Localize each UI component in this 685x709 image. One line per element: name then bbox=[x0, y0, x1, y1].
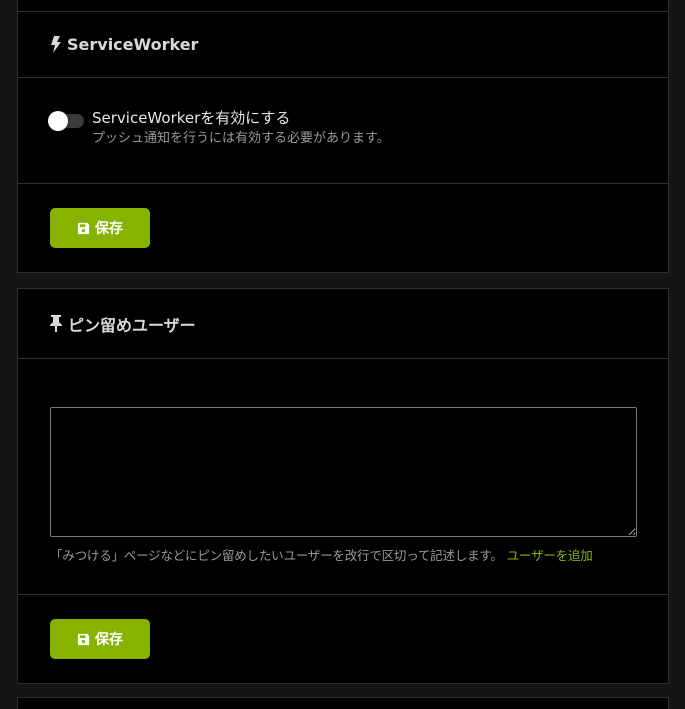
service-worker-card: ServiceWorker ServiceWorkerを有効にする プッシュ通知… bbox=[17, 0, 669, 273]
toggle-section: ServiceWorkerを有効にする プッシュ通知を行うには有効する必要があり… bbox=[18, 78, 668, 184]
settings-page: ServiceWorker ServiceWorkerを有効にする プッシュ通知… bbox=[0, 0, 685, 709]
save-button-label: 保存 bbox=[95, 221, 123, 237]
pinned-users-textarea[interactable] bbox=[50, 407, 637, 537]
save-button[interactable]: 保存 bbox=[50, 208, 150, 248]
pinned-users-card: ピン留めユーザー 「みつける」ページなどにピン留めしたいユーザーを改行で区切って… bbox=[17, 288, 669, 684]
pinned-users-title: ピン留めユーザー bbox=[68, 315, 196, 335]
card-header: ServiceWorker bbox=[18, 12, 668, 78]
save-button[interactable]: 保存 bbox=[50, 619, 150, 659]
toggle-knob[interactable] bbox=[48, 111, 68, 131]
card-header: ピン留めユーザー bbox=[18, 289, 668, 359]
pinned-users-body: 「みつける」ページなどにピン留めしたいユーザーを改行で区切って記述します。 ユーザ… bbox=[18, 359, 668, 595]
save-button-label: 保存 bbox=[95, 632, 123, 648]
pinned-users-help: 「みつける」ページなどにピン留めしたいユーザーを改行で区切って記述します。 ユーザ… bbox=[50, 545, 593, 564]
service-worker-toggle[interactable] bbox=[48, 111, 84, 131]
thumbtack-icon bbox=[50, 315, 62, 332]
save-section: 保存 bbox=[18, 184, 668, 272]
save-section: 保存 bbox=[18, 595, 668, 683]
toggle-caption: プッシュ通知を行うには有効する必要があります。 bbox=[92, 131, 390, 146]
floppy-disk-icon bbox=[77, 222, 90, 234]
add-user-link[interactable]: ユーザーを追加 bbox=[507, 548, 593, 563]
toggle-label: ServiceWorkerを有効にする bbox=[92, 109, 291, 127]
bolt-icon bbox=[51, 36, 61, 53]
floppy-disk-icon bbox=[77, 633, 90, 645]
next-card bbox=[17, 697, 669, 709]
card-top-strip bbox=[18, 0, 668, 12]
help-text: 「みつける」ページなどにピン留めしたいユーザーを改行で区切って記述します。 bbox=[50, 548, 503, 563]
service-worker-title: ServiceWorker bbox=[67, 35, 199, 54]
